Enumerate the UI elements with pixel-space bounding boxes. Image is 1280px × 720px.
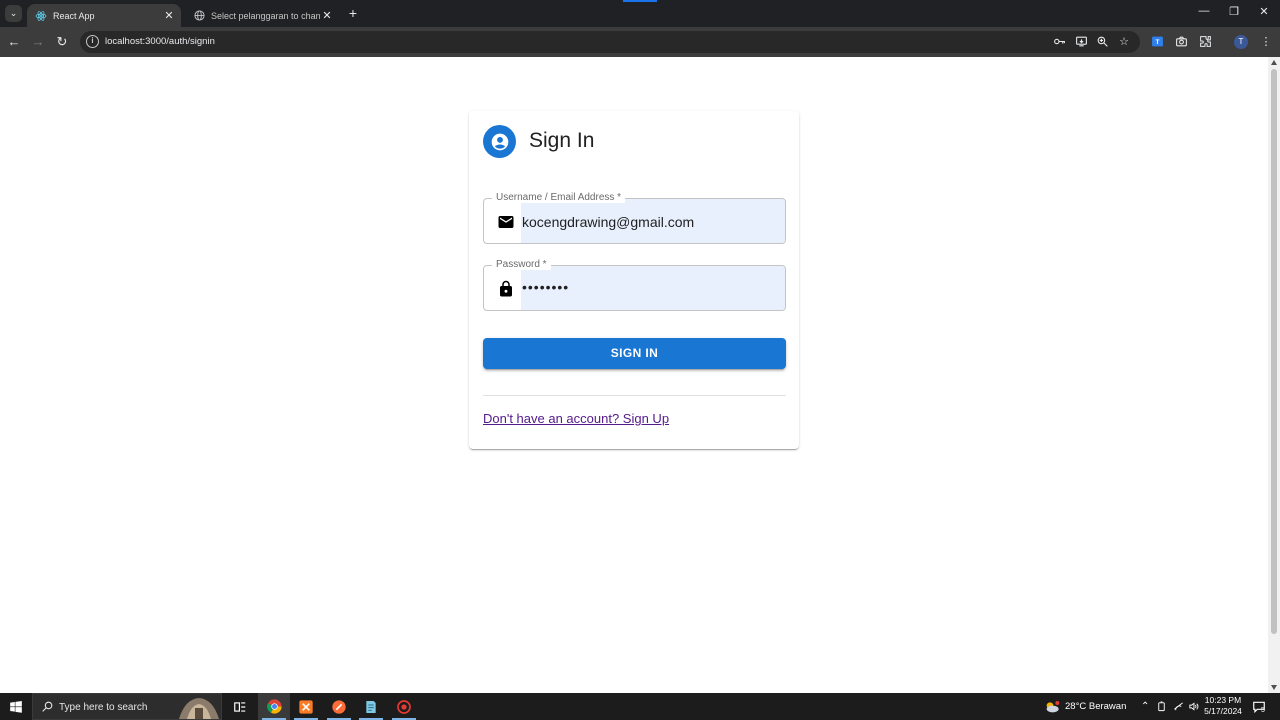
system-clock[interactable]: 10:23 PM 5/17/2024 (1202, 695, 1244, 717)
clock-date: 5/17/2024 (1204, 706, 1242, 716)
back-icon[interactable]: ← (6, 34, 22, 50)
restore-button[interactable]: ❐ (1224, 5, 1244, 18)
tab-title: Select pelanggaran to change | (211, 10, 320, 21)
username-field[interactable]: Username / Email Address * kocengdrawing… (483, 192, 786, 244)
key-icon[interactable] (1052, 35, 1066, 49)
scroll-up-arrow[interactable] (1271, 60, 1277, 65)
menu-icon[interactable]: ⋮ (1259, 35, 1273, 49)
postman-icon[interactable] (323, 693, 355, 720)
minimize-button[interactable]: — (1194, 5, 1214, 17)
email-icon (496, 212, 516, 232)
weather-icon (1046, 700, 1060, 712)
notepad-icon[interactable] (355, 693, 387, 720)
zoom-icon[interactable] (1095, 35, 1109, 49)
globe-icon (193, 10, 205, 22)
url-text[interactable]: localhost:3000/auth/signin (105, 36, 215, 47)
password-label: Password * (492, 259, 551, 270)
install-icon[interactable] (1074, 35, 1088, 49)
recorder-icon[interactable] (388, 693, 420, 720)
browser-toolbar: ← → ↻ i localhost:3000/auth/signin ☆ T T… (0, 27, 1280, 57)
password-field[interactable]: Password * •••••••• (483, 259, 786, 311)
tab-select-pelanggaran[interactable]: Select pelanggaran to change | ✕ (185, 4, 339, 27)
tabstrip-accent (623, 0, 657, 2)
signup-link[interactable]: Don't have an account? Sign Up (483, 411, 669, 426)
username-input[interactable]: kocengdrawing@gmail.com (522, 214, 694, 230)
lock-icon (496, 279, 516, 299)
tab-title: React App (53, 10, 95, 21)
notification-count: 5 (1261, 707, 1265, 714)
star-icon[interactable]: ☆ (1117, 35, 1131, 49)
tab-react-app[interactable]: React App ✕ (27, 4, 181, 27)
forward-icon[interactable]: → (30, 34, 46, 50)
battery-icon[interactable] (1156, 693, 1167, 720)
tray-expand-icon[interactable]: ⌃ (1141, 693, 1149, 720)
page-viewport: Sign In Username / Email Address * kocen… (0, 57, 1280, 693)
password-input[interactable]: •••••••• (522, 279, 569, 295)
signin-card: Sign In Username / Email Address * kocen… (469, 111, 799, 449)
address-bar[interactable]: i localhost:3000/auth/signin ☆ (80, 31, 1140, 53)
page-title: Sign In (529, 129, 595, 152)
extensions-icon[interactable] (1198, 35, 1212, 49)
search-highlight-image (179, 698, 219, 719)
tab-search-button[interactable]: ⌄ (5, 5, 22, 22)
reload-icon[interactable]: ↻ (54, 34, 70, 50)
chrome-icon[interactable] (258, 693, 290, 720)
search-placeholder: Type here to search (59, 702, 148, 713)
account-circle-icon (483, 125, 516, 158)
page-scrollbar[interactable] (1268, 57, 1280, 693)
search-icon (42, 701, 53, 712)
wifi-icon[interactable] (1173, 693, 1184, 720)
signin-button[interactable]: SIGN IN (483, 338, 786, 369)
notification-icon[interactable]: 5 (1252, 693, 1266, 720)
weather-text: 28°C Berawan (1065, 701, 1127, 712)
chevron-down-icon: ⌄ (9, 8, 18, 18)
close-window-button[interactable]: ✕ (1254, 5, 1274, 18)
scroll-thumb[interactable] (1271, 69, 1277, 634)
windows-taskbar: Type here to search 28°C Berawan ⌃ 10:23 (0, 693, 1280, 720)
username-label: Username / Email Address * (492, 192, 626, 203)
browser-tabstrip: ⌄ React App ✕ Select pelanggaran to chan… (0, 0, 1280, 27)
camera-icon[interactable] (1174, 35, 1188, 49)
taskbar-search-box[interactable]: Type here to search (32, 693, 222, 720)
clock-time: 10:23 PM (1204, 695, 1242, 705)
weather-widget[interactable]: 28°C Berawan (1044, 693, 1126, 720)
info-icon[interactable]: i (86, 35, 99, 48)
plus-icon[interactable]: + (345, 6, 361, 20)
extension-app-icon[interactable]: T (1150, 35, 1164, 49)
close-icon[interactable]: ✕ (162, 9, 176, 22)
xampp-icon[interactable] (290, 693, 322, 720)
close-icon[interactable]: ✕ (320, 9, 334, 22)
volume-icon[interactable] (1188, 693, 1199, 720)
svg-text:T: T (1155, 39, 1159, 46)
scroll-down-arrow[interactable] (1271, 685, 1277, 690)
profile-avatar[interactable]: T (1234, 35, 1248, 49)
windows-icon[interactable] (0, 693, 32, 720)
react-icon (35, 10, 47, 22)
divider (483, 395, 786, 396)
task-view-icon[interactable] (224, 693, 256, 720)
